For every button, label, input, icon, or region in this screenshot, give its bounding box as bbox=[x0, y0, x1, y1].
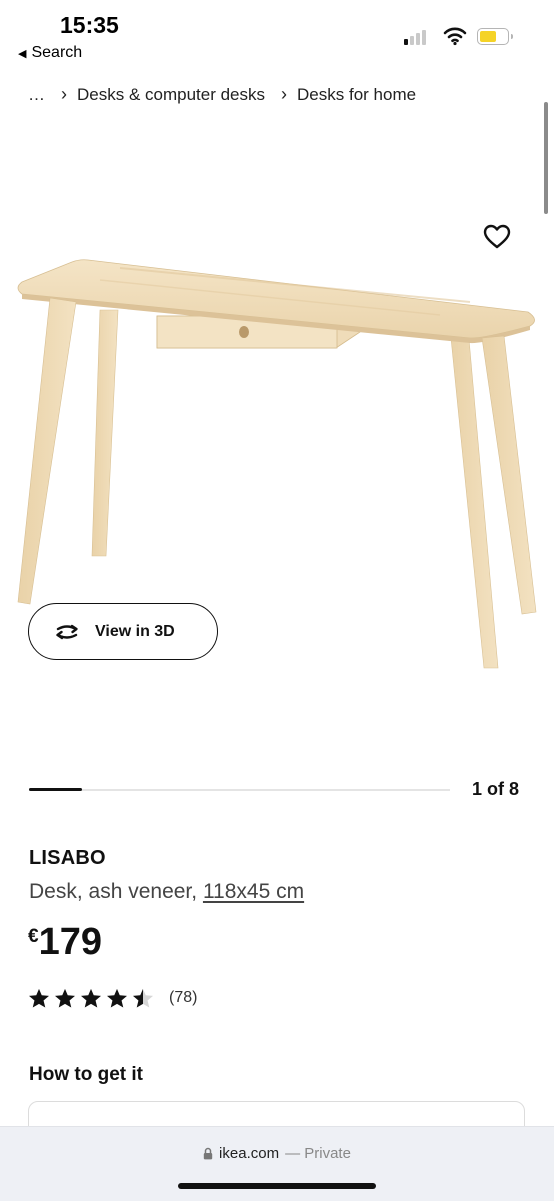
price-amount: 179 bbox=[38, 921, 102, 963]
gallery-counter: 1 of 8 bbox=[472, 779, 520, 799]
breadcrumb-item-desks-for-home[interactable]: Desks for home bbox=[297, 85, 416, 105]
private-label: — Private bbox=[285, 1145, 351, 1162]
product-price: € 179 bbox=[28, 920, 102, 964]
star-icon bbox=[55, 988, 75, 1008]
product-rating[interactable]: (78) bbox=[28, 988, 197, 1008]
star-icon bbox=[107, 988, 127, 1008]
rating-stars bbox=[28, 988, 154, 1008]
product-name: LISABO bbox=[29, 847, 106, 869]
rotate-3d-icon bbox=[56, 624, 78, 639]
price-currency: € bbox=[28, 926, 39, 947]
back-to-search-button[interactable]: ◀ Search bbox=[18, 44, 82, 62]
chevron-right-icon: › bbox=[61, 84, 67, 104]
breadcrumb-ellipsis[interactable]: … bbox=[28, 85, 45, 105]
breadcrumb-item-desks-computer-desks[interactable]: Desks & computer desks bbox=[77, 85, 265, 105]
battery-icon bbox=[477, 28, 513, 45]
back-label: Search bbox=[31, 44, 83, 61]
chevron-right-icon: › bbox=[281, 84, 288, 104]
view-in-3d-label: View in 3D bbox=[95, 622, 175, 640]
scrollbar[interactable] bbox=[544, 102, 548, 214]
lock-icon bbox=[203, 1147, 213, 1160]
gallery-progress-track[interactable] bbox=[29, 788, 450, 791]
heart-outline-icon[interactable] bbox=[482, 222, 512, 252]
product-type: Desk, ash veneer, bbox=[29, 880, 203, 903]
review-count[interactable]: (78) bbox=[169, 989, 197, 1007]
star-icon bbox=[81, 988, 101, 1008]
wifi-icon bbox=[443, 27, 467, 46]
url-display[interactable]: ikea.com — Private bbox=[0, 1145, 554, 1162]
breadcrumb: … › Desks & computer desks › Desks for h… bbox=[28, 84, 416, 105]
status-time: 15:35 bbox=[60, 12, 119, 38]
status-bar: 15:35 ◀ Search bbox=[0, 0, 554, 70]
browser-address-bar[interactable]: ikea.com — Private bbox=[0, 1126, 554, 1201]
view-in-3d-button[interactable]: View in 3D bbox=[28, 603, 218, 660]
star-icon bbox=[29, 988, 49, 1008]
battery-level bbox=[480, 31, 496, 42]
home-indicator[interactable] bbox=[178, 1183, 376, 1189]
cellular-signal-icon bbox=[404, 30, 426, 45]
product-dimensions-link[interactable]: 118x45 cm bbox=[203, 880, 304, 903]
product-description: Desk, ash veneer, 118x45 cm bbox=[29, 880, 304, 904]
half-star-icon bbox=[133, 988, 153, 1008]
back-triangle-icon: ◀ bbox=[18, 47, 27, 60]
gallery-progress-fill bbox=[29, 788, 82, 791]
how-to-get-it-heading: How to get it bbox=[29, 1064, 143, 1085]
url-domain: ikea.com bbox=[219, 1145, 280, 1162]
